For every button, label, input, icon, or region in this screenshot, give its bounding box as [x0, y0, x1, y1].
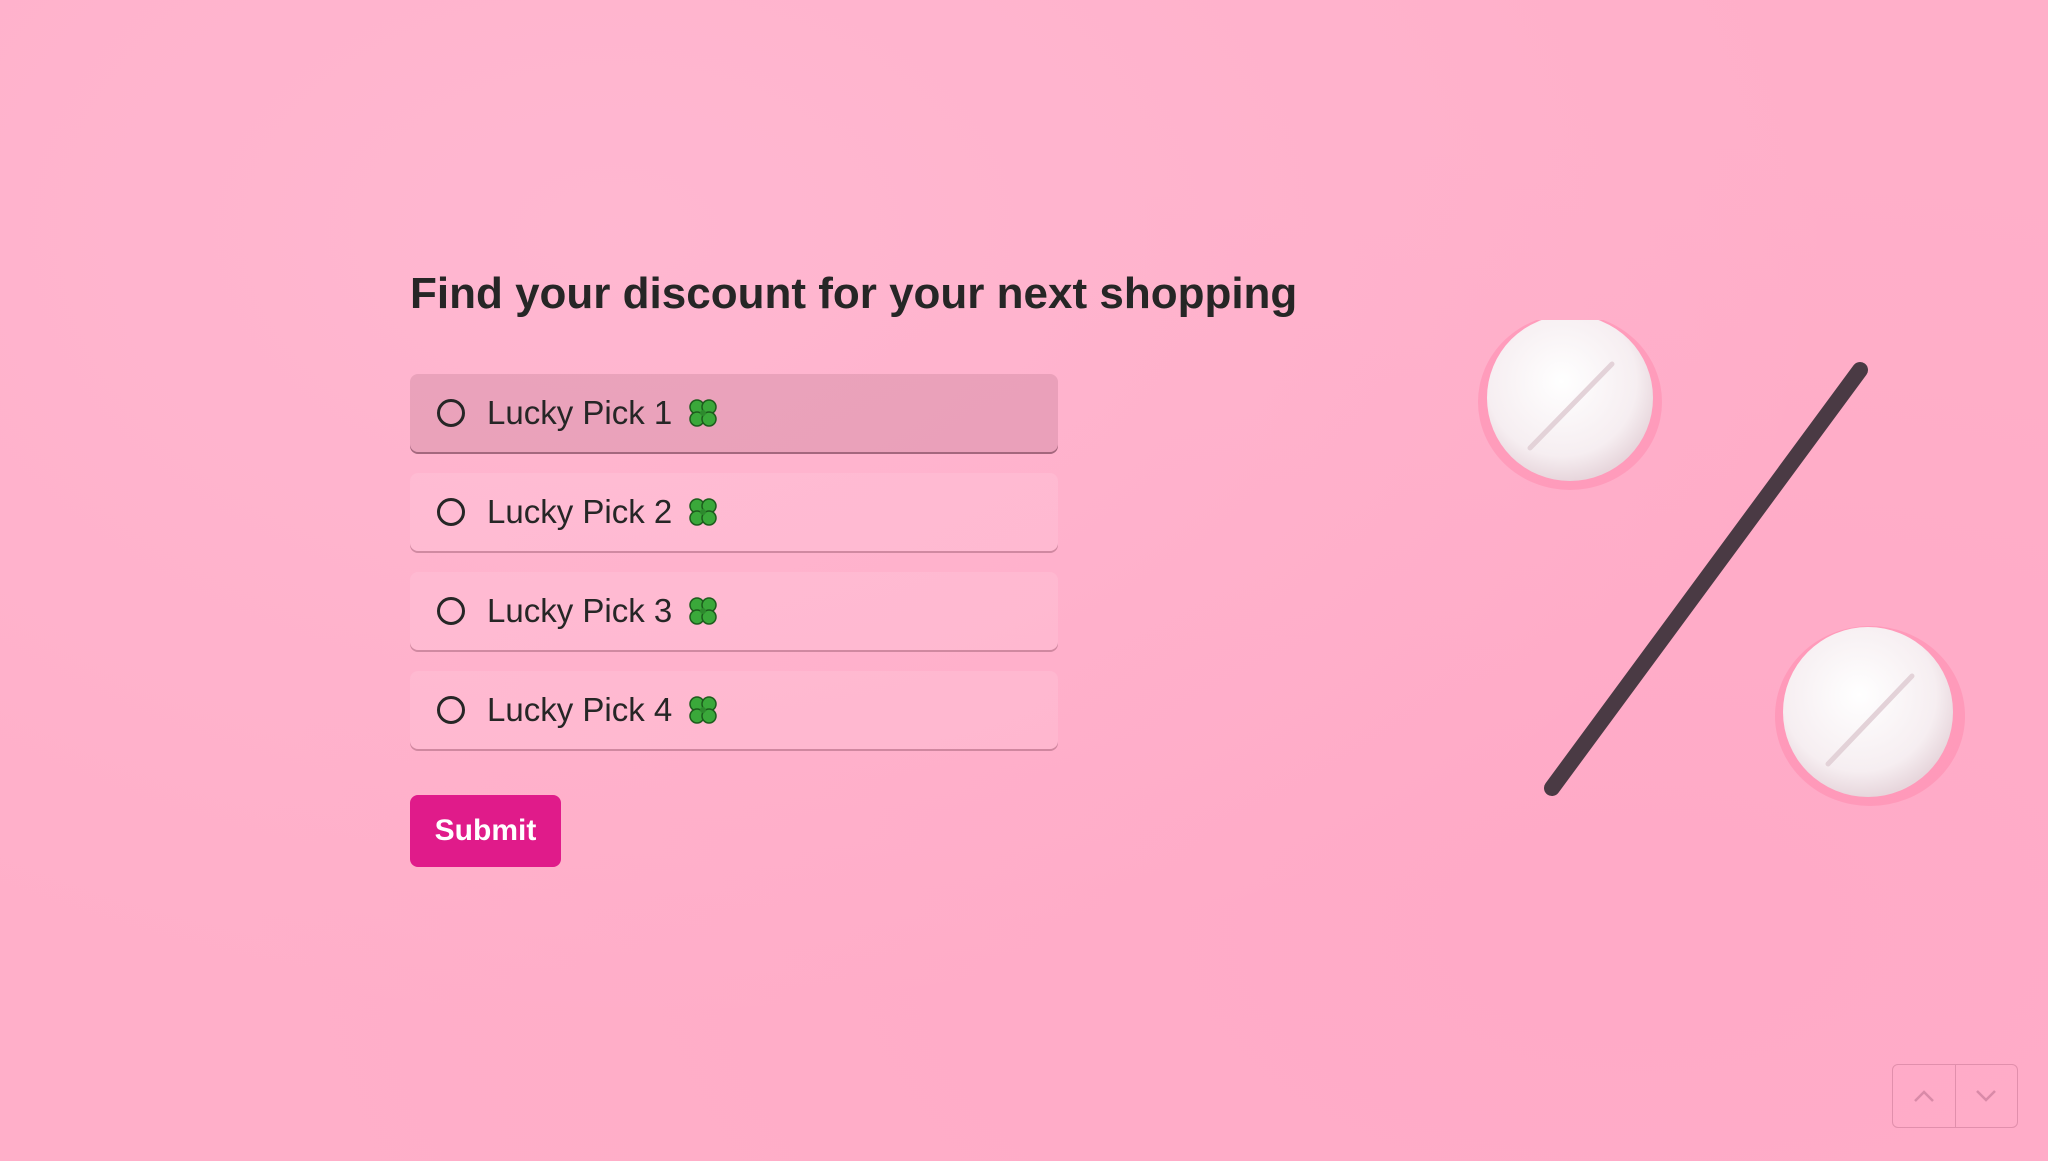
option-lucky-pick-1[interactable]: Lucky Pick 1 — [410, 374, 1058, 452]
option-lucky-pick-4[interactable]: Lucky Pick 4 — [410, 671, 1058, 749]
option-label: Lucky Pick 2 — [487, 493, 673, 530]
question-navigation — [1892, 1064, 2018, 1128]
option-label: Lucky Pick 3 — [487, 592, 673, 629]
radio-button[interactable] — [437, 498, 465, 526]
previous-button[interactable] — [1893, 1065, 1955, 1127]
four-leaf-clover-icon — [689, 399, 717, 427]
radio-button[interactable] — [437, 399, 465, 427]
discount-form: Find your discount for your next shoppin… — [410, 262, 1297, 867]
percent-sign-illustration — [1478, 320, 1965, 806]
option-label: Lucky Pick 4 — [487, 691, 673, 728]
options-list: Lucky Pick 1 Lucky Pick 2 Lucky Pick 3 L… — [410, 374, 1060, 749]
pill-top — [1478, 320, 1662, 490]
four-leaf-clover-icon — [689, 498, 717, 526]
option-lucky-pick-3[interactable]: Lucky Pick 3 — [410, 572, 1058, 650]
option-label: Lucky Pick 1 — [487, 394, 673, 431]
submit-button[interactable]: Submit — [410, 795, 561, 867]
page-title-text: Find your discount for your next shoppin… — [410, 269, 1298, 318]
radio-button[interactable] — [437, 597, 465, 625]
chevron-down-icon — [1976, 1090, 1997, 1102]
next-button[interactable] — [1954, 1065, 2018, 1127]
radio-button[interactable] — [437, 696, 465, 724]
page-title: Find your discount for your next shoppin… — [410, 262, 1297, 326]
pill-bottom — [1775, 626, 1965, 806]
four-leaf-clover-icon — [689, 597, 717, 625]
four-leaf-clover-icon — [689, 696, 717, 724]
chevron-up-icon — [1913, 1090, 1934, 1102]
option-lucky-pick-2[interactable]: Lucky Pick 2 — [410, 473, 1058, 551]
